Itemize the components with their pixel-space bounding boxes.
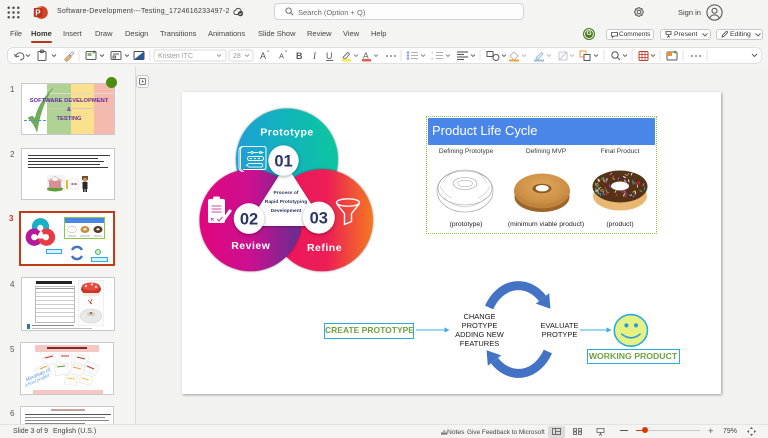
svg-text:Kristen ITC: Kristen ITC — [158, 53, 193, 60]
svg-text:P: P — [35, 8, 41, 17]
svg-text:Process of: Process of — [273, 190, 298, 196]
svg-text:03: 03 — [310, 209, 328, 227]
svg-text:01: 01 — [274, 152, 292, 170]
svg-text:I: I — [312, 51, 317, 61]
svg-text:B: B — [296, 51, 303, 61]
svg-text:A: A — [260, 51, 266, 61]
svg-text:1: 1 — [431, 50, 434, 55]
svg-text:^: ^ — [267, 50, 270, 56]
svg-text:Rapid Prototyping: Rapid Prototyping — [265, 199, 307, 205]
svg-text:Review: Review — [231, 240, 271, 252]
svg-text:^: ^ — [285, 50, 288, 56]
svg-text:2: 2 — [431, 56, 434, 61]
svg-text:A: A — [279, 52, 284, 61]
svg-text:Refine: Refine — [307, 242, 342, 254]
svg-text:Development: Development — [271, 208, 302, 214]
svg-text:Prototype: Prototype — [260, 127, 314, 139]
svg-text:U: U — [326, 51, 333, 61]
svg-text:28: 28 — [233, 53, 241, 60]
svg-text:02: 02 — [240, 210, 258, 228]
